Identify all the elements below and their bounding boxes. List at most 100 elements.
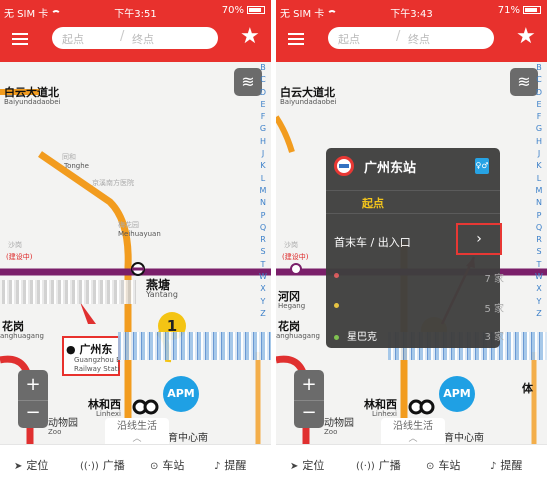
index-letter[interactable]: G [258,123,268,135]
index-letter[interactable]: L [258,173,268,185]
to-input[interactable]: 终点 [132,31,154,47]
index-letter[interactable]: X [534,283,544,295]
station-shagang[interactable]: 沙岗 [284,240,298,250]
set-start-button[interactable]: 起点 [326,190,500,214]
zoom-in-button[interactable]: + [294,372,324,398]
route-divider: / [120,29,125,44]
route-search-box[interactable]: 起点 / 终点 [52,27,218,49]
popup-station-title: 广州东站 [364,161,417,176]
tab-stations[interactable]: ⊙ 车站 [426,457,460,473]
index-letter[interactable]: C [258,74,268,86]
favorite-star-icon[interactable]: ★ [240,26,260,48]
orange-line-top [276,115,295,153]
tab-reminder[interactable]: ♪ 提醒 [214,457,246,473]
index-letter[interactable]: J [534,148,544,160]
station-linhexi-en: Linhexi [96,410,121,418]
index-letter[interactable]: W [258,271,268,283]
index-letter[interactable]: N [258,197,268,209]
amenity-row[interactable]: 7 家 [334,270,504,285]
index-letter[interactable]: S [258,246,268,258]
metro-map[interactable]: ≋ 白云大道北 Baiyundadaobei 同和 Tonghe 京溪南方医院 … [0,62,271,444]
amenity-row[interactable]: 星巴克 3 家 [334,328,504,343]
index-letter[interactable]: H [534,136,544,148]
index-letter[interactable]: M [534,185,544,197]
station-tiyu[interactable]: 体 [522,380,533,396]
index-letter[interactable]: S [534,246,544,258]
index-letter[interactable]: F [258,111,268,123]
apm-line-badge[interactable]: APM [163,376,199,412]
index-letter[interactable]: C [534,74,544,86]
index-letter[interactable]: K [258,160,268,172]
index-letter[interactable]: E [258,99,268,111]
index-letter[interactable]: T [258,259,268,271]
battery-label: 70% [222,5,265,16]
index-letter[interactable]: R [534,234,544,246]
station-tonghe[interactable]: 同和 [62,152,76,162]
index-letter[interactable]: Y [534,296,544,308]
amenity-row[interactable]: 5 家 [334,300,504,315]
station-zoo[interactable]: 动物园 [324,414,354,429]
index-letter[interactable]: Q [258,222,268,234]
from-input[interactable]: 起点 [338,31,360,47]
index-letter[interactable]: X [258,283,268,295]
index-letter[interactable]: P [534,210,544,222]
zoom-control: + − [294,370,324,428]
menu-icon[interactable] [288,33,304,45]
zoom-in-button[interactable]: + [18,372,48,398]
index-letter[interactable]: F [534,111,544,123]
index-letter[interactable]: L [534,173,544,185]
index-letter[interactable]: D [534,87,544,99]
station-sports-center-south[interactable]: 育中心南 [168,429,208,444]
restroom-icon[interactable]: ♀♂ [475,158,489,174]
alphabet-index[interactable]: B C D E F G H J K L M N P Q R S T W X Y … [258,62,268,320]
zoom-out-button[interactable]: − [294,400,324,426]
index-letter[interactable]: Z [534,308,544,320]
amenity-count: 3 家 [484,332,504,343]
index-letter[interactable]: B [258,62,268,74]
index-letter[interactable]: N [534,197,544,209]
first-last-train-button[interactable]: › [456,223,502,255]
tab-broadcast[interactable]: ((·)) 广播 [80,457,125,473]
tab-stations[interactable]: ⊙ 车站 [150,457,184,473]
index-letter[interactable]: Q [534,222,544,234]
index-letter[interactable]: K [534,160,544,172]
alphabet-index[interactable]: B C D E F G H J K L M N P Q R S T W X Y … [534,62,544,320]
station-gz-east[interactable]: ● 广州东 [66,341,112,357]
apm-line-badge[interactable]: APM [439,376,475,412]
index-letter[interactable]: W [534,271,544,283]
index-letter[interactable]: Z [258,308,268,320]
menu-icon[interactable] [12,33,28,45]
index-letter[interactable]: R [258,234,268,246]
tab-locate[interactable]: ➤ 定位 [14,457,48,473]
index-letter[interactable]: E [534,99,544,111]
highlighted-station-box[interactable]: ● 广州东 Guangzhou E Railway Stati [62,336,121,376]
tab-reminder[interactable]: ♪ 提醒 [490,457,522,473]
station-sports-center-south[interactable]: 育中心南 [444,429,484,444]
to-input[interactable]: 终点 [408,31,430,47]
along-line-life-tab[interactable]: 沿线生活 ︿ [381,418,445,444]
tab-locate[interactable]: ➤ 定位 [290,457,324,473]
index-letter[interactable]: J [258,148,268,160]
station-gz-east-en2: Railway Stati [74,365,120,373]
station-shagang[interactable]: 沙岗 [8,240,22,250]
index-letter[interactable]: G [534,123,544,135]
index-letter[interactable]: M [258,185,268,197]
index-letter[interactable]: H [258,136,268,148]
index-letter[interactable]: B [534,62,544,74]
favorite-star-icon[interactable]: ★ [516,26,536,48]
index-letter[interactable]: D [258,87,268,99]
construction-note: (建设中) [6,253,33,261]
amenity-dot [334,334,339,340]
index-letter[interactable]: T [534,259,544,271]
metro-map[interactable]: ≋ 白云大道北 Baiyundadaobei 沙岗 (建设中) 河冈 Hegan… [276,62,547,444]
index-letter[interactable]: Y [258,296,268,308]
station-meihuayuan[interactable]: 梅花园 [118,220,139,230]
from-input[interactable]: 起点 [62,31,84,47]
zoom-out-button[interactable]: − [18,400,48,426]
index-letter[interactable]: P [258,210,268,222]
station-zoo[interactable]: 动物园 [48,414,78,429]
amenity-count: 5 家 [484,304,504,315]
tab-broadcast[interactable]: ((·)) 广播 [356,457,401,473]
along-line-life-tab[interactable]: 沿线生活 ︿ [105,418,169,444]
route-search-box[interactable]: 起点 / 终点 [328,27,494,49]
